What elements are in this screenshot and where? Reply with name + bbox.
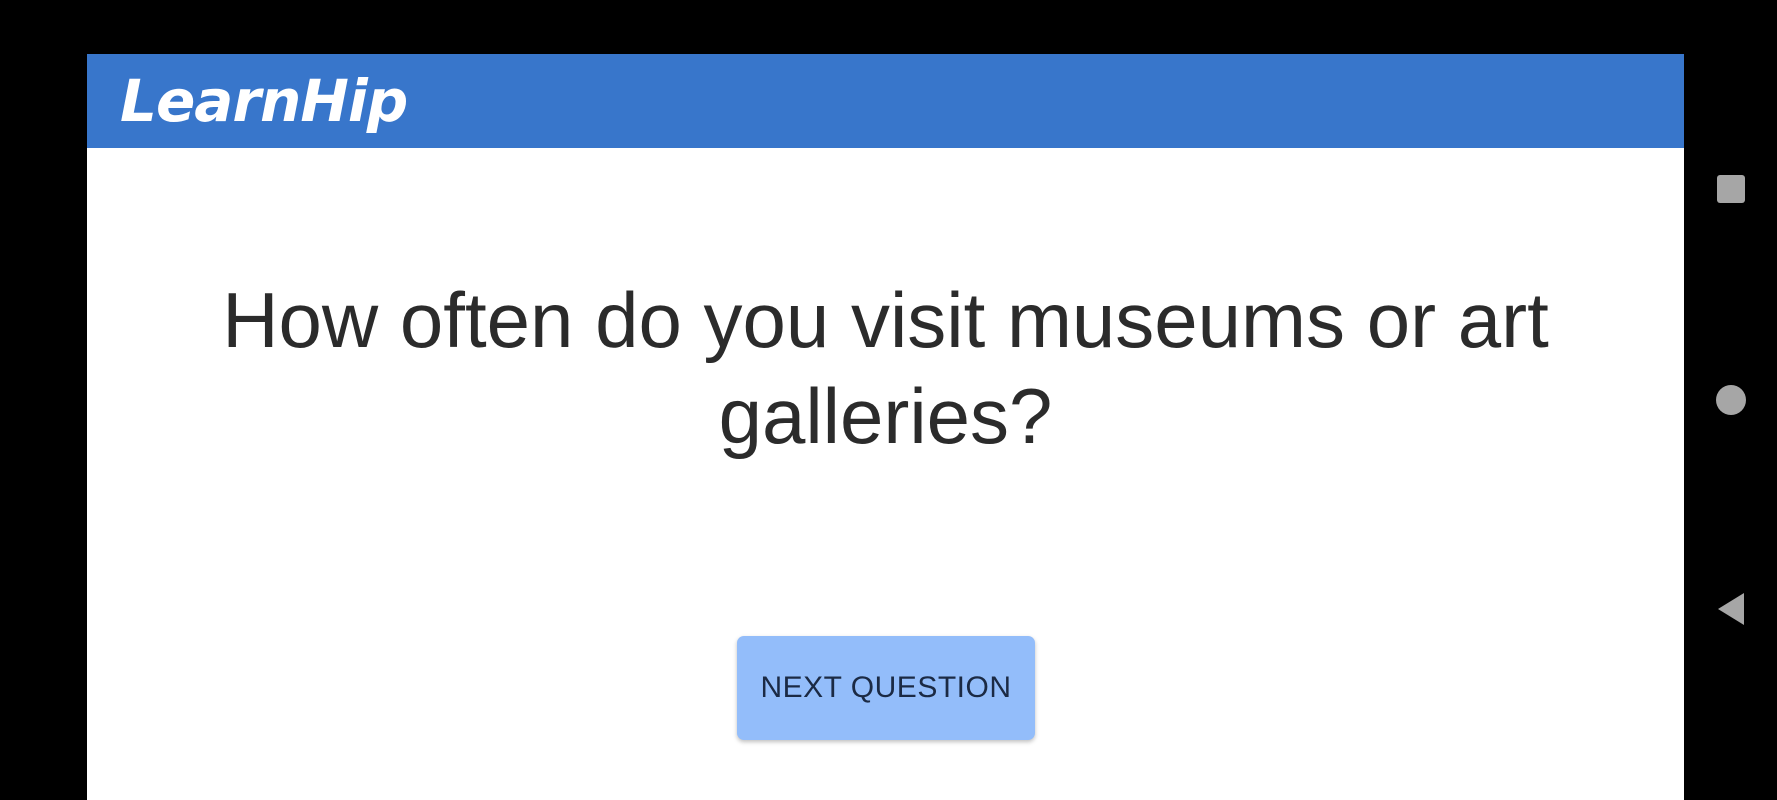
app-window: LearnHip How often do you visit museums … — [87, 54, 1684, 800]
question-text: How often do you visit museums or art ga… — [222, 276, 1549, 460]
app-bar: LearnHip — [87, 54, 1684, 148]
device-screen: LearnHip How often do you visit museums … — [0, 0, 1777, 800]
recents-button[interactable] — [1684, 144, 1777, 234]
back-icon — [1717, 593, 1744, 625]
home-icon — [1715, 385, 1746, 415]
back-button[interactable] — [1684, 564, 1777, 654]
home-button[interactable] — [1684, 355, 1777, 445]
recents-icon — [1716, 175, 1745, 203]
app-title: LearnHip — [120, 67, 408, 135]
system-navigation-bar — [1684, 0, 1777, 800]
next-question-button[interactable]: NEXT QUESTION — [737, 636, 1035, 740]
